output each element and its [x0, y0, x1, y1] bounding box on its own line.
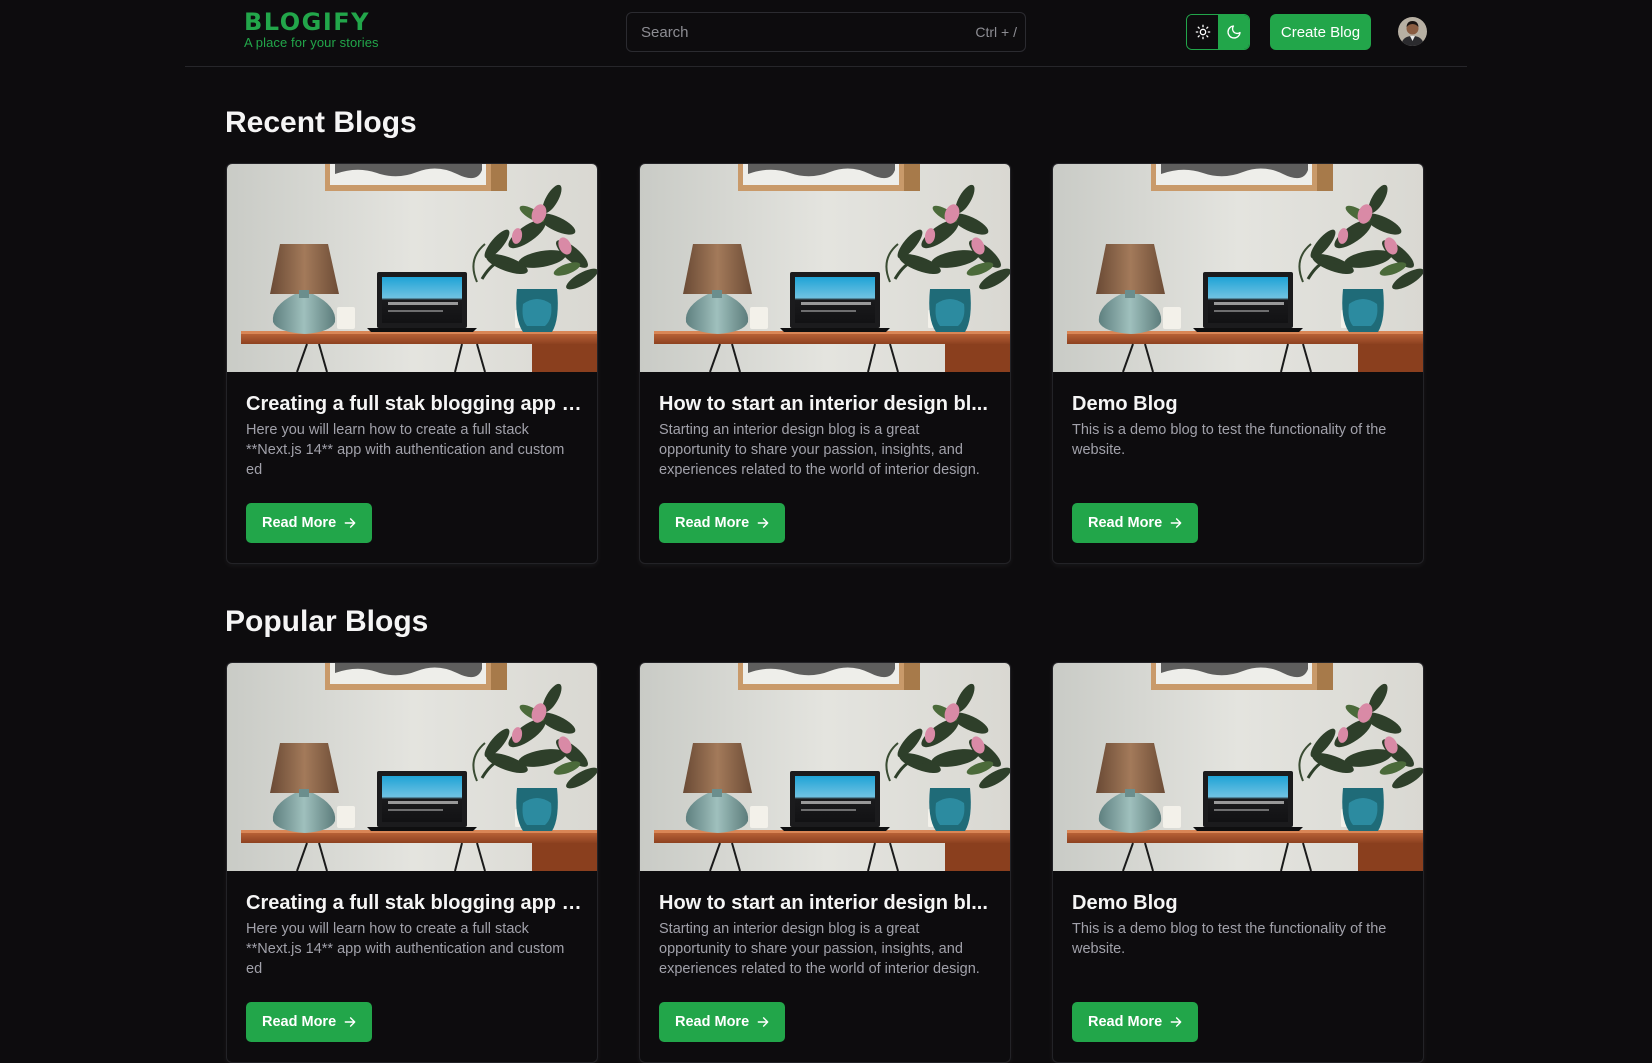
read-more-label: Read More: [675, 515, 750, 531]
blog-card-description: Starting an interior design blog is a gr…: [659, 422, 980, 478]
read-more-label: Read More: [262, 1014, 337, 1030]
arrow-right-icon: [344, 518, 356, 528]
popular-blogs-heading: Popular Blogs: [225, 605, 429, 638]
create-blog-button[interactable]: Create Blog: [1270, 14, 1371, 50]
read-more-label: Read More: [1088, 515, 1163, 531]
blog-cover-image[interactable]: [640, 663, 1010, 871]
blog-card-description: This is a demo blog to test the function…: [1072, 422, 1387, 458]
blog-card: Demo Blog This is a demo blog to test th…: [1052, 662, 1424, 1063]
blog-cover-image[interactable]: [227, 663, 597, 871]
blog-card: How to start an interior design bl... St…: [639, 662, 1011, 1063]
blog-card-description: Starting an interior design blog is a gr…: [659, 921, 980, 977]
blog-card-title[interactable]: Creating a full stak blogging app i...: [246, 393, 582, 416]
blog-cover-image[interactable]: [640, 164, 1010, 372]
read-more-button[interactable]: Read More: [1072, 1002, 1199, 1042]
blog-card-title[interactable]: How to start an interior design bl...: [659, 892, 995, 915]
brand-logo[interactable]: BLOGIFY A place for your stories: [244, 10, 379, 49]
blog-card: How to start an interior design bl... St…: [639, 163, 1011, 564]
blog-card: Creating a full stak blogging app i... H…: [226, 163, 598, 564]
read-more-button[interactable]: Read More: [1072, 503, 1199, 543]
blog-cover-image[interactable]: [1053, 164, 1423, 372]
brand-name: BLOGIFY: [244, 8, 371, 36]
arrow-right-icon: [1170, 518, 1182, 528]
light-theme-button[interactable]: [1187, 15, 1218, 49]
blog-card-title[interactable]: Demo Blog: [1072, 393, 1408, 416]
sun-icon: [1195, 24, 1210, 40]
read-more-label: Read More: [675, 1014, 750, 1030]
user-avatar[interactable]: [1398, 17, 1427, 46]
blog-card-title[interactable]: How to start an interior design bl...: [659, 393, 995, 416]
moon-icon: [1226, 25, 1241, 39]
blog-card-description: Here you will learn how to create a full…: [246, 422, 565, 478]
arrow-right-icon: [757, 1017, 769, 1027]
search-input[interactable]: [639, 13, 939, 51]
read-more-button[interactable]: Read More: [246, 1002, 373, 1042]
arrow-right-icon: [1170, 1017, 1182, 1027]
blog-card-title[interactable]: Creating a full stak blogging app i...: [246, 892, 582, 915]
search-box[interactable]: Ctrl + /: [626, 12, 1026, 52]
top-navbar: BLOGIFY A place for your stories Ctrl + …: [185, 0, 1467, 67]
dark-theme-button[interactable]: [1218, 15, 1249, 49]
blog-card-description: Here you will learn how to create a full…: [246, 921, 565, 977]
blog-card: Creating a full stak blogging app i... H…: [226, 662, 598, 1063]
blog-card-title[interactable]: Demo Blog: [1072, 892, 1408, 915]
blog-cover-image[interactable]: [1053, 663, 1423, 871]
recent-blogs-heading: Recent Blogs: [225, 106, 417, 139]
brand-tagline: A place for your stories: [244, 35, 379, 50]
read-more-button[interactable]: Read More: [659, 503, 786, 543]
search-shortcut-hint: Ctrl + /: [975, 24, 1017, 40]
arrow-right-icon: [757, 518, 769, 528]
read-more-button[interactable]: Read More: [659, 1002, 786, 1042]
arrow-right-icon: [344, 1017, 356, 1027]
blog-card-description: This is a demo blog to test the function…: [1072, 921, 1387, 957]
read-more-button[interactable]: Read More: [246, 503, 373, 543]
read-more-label: Read More: [1088, 1014, 1163, 1030]
read-more-label: Read More: [262, 515, 337, 531]
blog-cover-image[interactable]: [227, 164, 597, 372]
theme-toggle[interactable]: [1186, 14, 1250, 50]
blog-card: Demo Blog This is a demo blog to test th…: [1052, 163, 1424, 564]
